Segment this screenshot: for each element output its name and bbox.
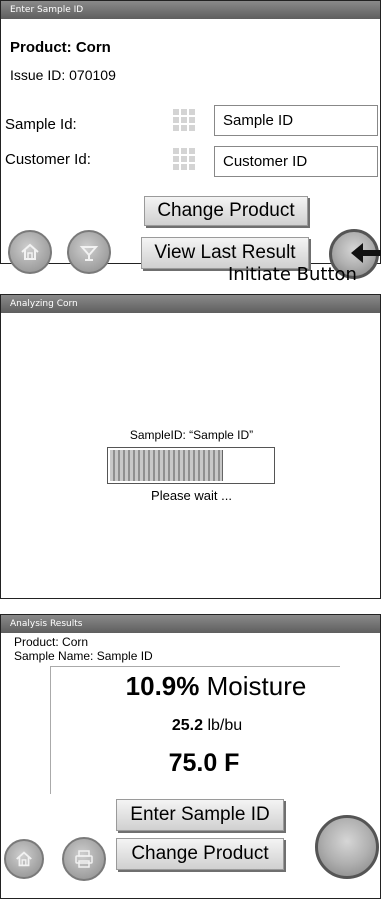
customer-id-label: Customer Id: <box>5 151 91 168</box>
results-divider-top <box>50 666 340 667</box>
temperature-result: 75.0 F <box>168 749 240 777</box>
initiate-button-annotation: Initiate Button <box>228 264 357 285</box>
down-button[interactable] <box>67 230 111 274</box>
change-product-button[interactable]: Change Product <box>116 838 284 870</box>
sample-id-line: SampleID: “Sample ID” <box>129 428 254 442</box>
please-wait-text: Please wait ... <box>151 488 232 503</box>
keypad-icon[interactable] <box>173 146 197 170</box>
product-row: Product: Corn <box>10 39 111 56</box>
analysis-results-screen: Analysis Results Product: Corn Sample Na… <box>0 614 381 899</box>
product-label: Product: <box>10 39 72 56</box>
progress-fill <box>110 450 224 481</box>
moisture-unit: % <box>176 671 200 701</box>
sample-id-label: Sample Id: <box>5 116 77 133</box>
screen-title: Enter Sample ID <box>1 1 380 19</box>
enter-sample-id-button[interactable]: Enter Sample ID <box>116 799 284 831</box>
sample-id-field[interactable]: Sample ID <box>214 105 378 136</box>
issue-label: Issue ID: <box>10 67 66 83</box>
annotation-arrow-icon <box>351 243 381 263</box>
product-value: Corn <box>75 39 111 56</box>
test-weight-unit: lb/bu <box>207 717 243 734</box>
moisture-label: Moisture <box>206 671 307 701</box>
issue-value: 070109 <box>69 67 116 83</box>
customer-id-field[interactable]: Customer ID <box>214 146 378 177</box>
moisture-value: 10.9 <box>125 671 177 701</box>
issue-row: Issue ID: 070109 <box>10 67 116 83</box>
analyzing-screen: Analyzing Corn SampleID: “Sample ID” Ple… <box>0 294 381 599</box>
home-icon <box>21 243 39 260</box>
screen-title: Analyzing Corn <box>1 295 380 313</box>
home-button[interactable] <box>4 839 44 879</box>
moisture-result: 10.9% Moisture <box>50 671 381 702</box>
home-icon <box>16 851 32 867</box>
initiate-button[interactable] <box>315 815 379 879</box>
test-weight-value: 25.2 <box>171 717 203 734</box>
keypad-icon[interactable] <box>173 107 197 131</box>
change-product-button[interactable]: Change Product <box>144 196 308 226</box>
progress-bar <box>107 447 275 484</box>
screen-title: Analysis Results <box>1 615 380 633</box>
sample-name-line: Sample Name: Sample ID <box>14 649 153 663</box>
printer-icon <box>75 850 93 868</box>
print-button[interactable] <box>62 837 106 881</box>
product-line: Product: Corn <box>14 635 89 649</box>
test-weight-result: 25.2 lb/bu <box>41 717 373 735</box>
download-icon <box>79 246 99 261</box>
home-button[interactable] <box>8 230 52 274</box>
enter-sample-id-screen: Enter Sample ID Product: Corn Issue ID: … <box>0 0 381 279</box>
